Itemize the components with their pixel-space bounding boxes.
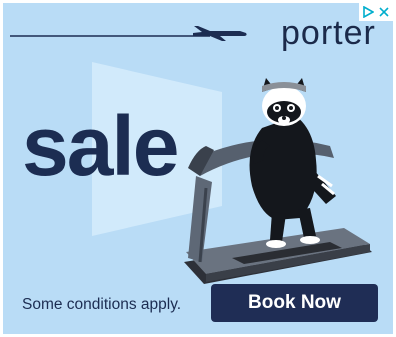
adchoices-bar[interactable] <box>359 3 393 21</box>
conditions-text: Some conditions apply. <box>22 296 182 313</box>
adchoices-play-icon[interactable] <box>362 6 374 18</box>
book-now-button[interactable]: Book Now <box>211 284 378 322</box>
close-icon[interactable] <box>378 6 390 18</box>
ad-banner[interactable]: porter sale Some conditions apply. Book … <box>0 0 396 337</box>
